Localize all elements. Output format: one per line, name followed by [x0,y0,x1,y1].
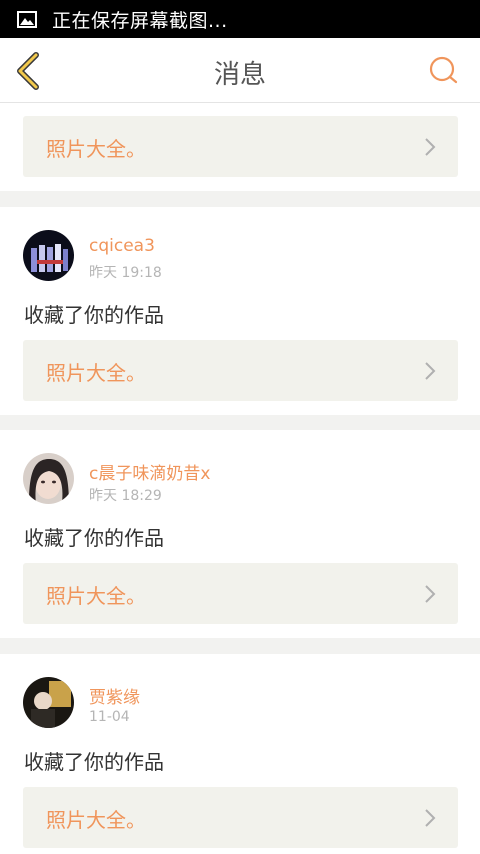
message-card: c晨子味滴奶昔x 昨天 18:29 收藏了你的作品 照片大全。 [0,430,480,638]
message-card: 照片大全。 [0,103,480,191]
chevron-right-icon [424,584,436,604]
work-link[interactable]: 照片大全。 [23,787,458,848]
timestamp: 11-04 [89,709,130,725]
avatar[interactable] [23,677,74,728]
timestamp: 昨天 18:29 [89,488,162,504]
username[interactable]: cqicea3 [89,236,155,256]
work-link[interactable]: 照片大全。 [23,340,458,401]
status-text: 正在保存屏幕截图... [52,9,228,32]
message-card: cqicea3 昨天 19:18 收藏了你的作品 照片大全。 [0,207,480,415]
avatar[interactable] [23,453,74,504]
work-link-label: 照片大全。 [46,584,146,608]
work-link[interactable]: 照片大全。 [23,563,458,624]
action-text: 收藏了你的作品 [24,526,164,550]
status-bar: 正在保存屏幕截图... [0,0,480,38]
username[interactable]: 贾紫缘 [89,683,140,708]
action-text: 收藏了你的作品 [24,303,164,327]
top-nav-bar: 消息 [0,38,480,103]
avatar[interactable] [23,230,74,281]
message-card: 贾紫缘 11-04 收藏了你的作品 照片大全。 [0,654,480,854]
work-link-label: 照片大全。 [46,808,146,832]
page-title: 消息 [213,60,266,90]
chevron-right-icon [424,361,436,381]
username[interactable]: c晨子味滴奶昔x [89,459,210,484]
chevron-right-icon [424,137,436,157]
work-link[interactable]: 照片大全。 [23,116,458,177]
work-link-label: 照片大全。 [46,361,146,385]
image-icon [17,10,37,28]
action-text: 收藏了你的作品 [24,750,164,774]
chevron-right-icon [424,808,436,828]
timestamp: 昨天 19:18 [89,265,162,281]
search-icon[interactable] [428,55,460,87]
work-link-label: 照片大全。 [46,137,146,161]
